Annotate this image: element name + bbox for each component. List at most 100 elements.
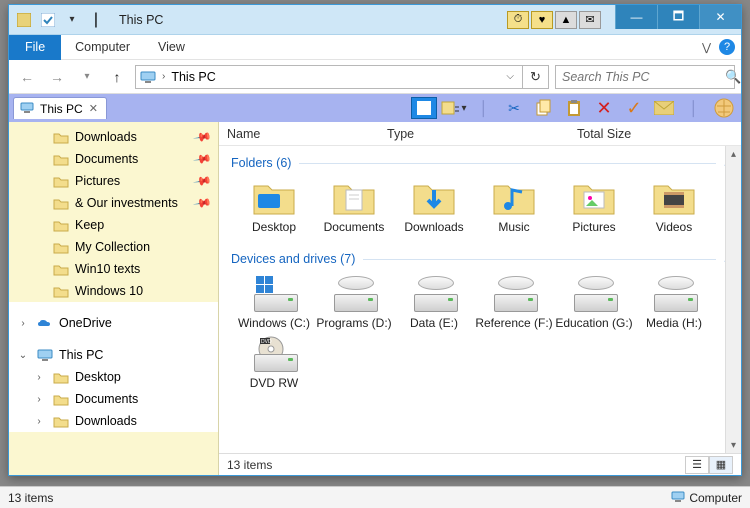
scroll-up-icon[interactable]: ▴ [726, 146, 741, 162]
cut-button[interactable]: ✂ [501, 97, 527, 119]
navigation-pane[interactable]: Downloads📌Documents📌Pictures📌& Our inves… [9, 122, 219, 475]
breadcrumb-chevron-icon[interactable]: › [162, 71, 165, 82]
qat-separator: | [85, 9, 107, 31]
item-label: Education (G:) [555, 316, 632, 330]
address-text: This PC [171, 70, 215, 84]
ribbon-tab-view[interactable]: View [144, 36, 199, 58]
titlebar-icon-2[interactable]: ♥ [531, 11, 553, 29]
folder-item[interactable]: Desktop [235, 178, 313, 234]
search-input[interactable] [562, 70, 725, 84]
drive-item[interactable]: Reference (F:) [475, 274, 553, 330]
drive-item[interactable]: Education (G:) [555, 274, 633, 330]
column-type[interactable]: Type [379, 127, 569, 141]
status-bar: 13 items ☰ ▦ [219, 453, 741, 475]
items-view[interactable]: Folders (6) ˄ DesktopDocumentsDownloadsM… [219, 146, 741, 453]
mail-button[interactable] [651, 97, 677, 119]
sidebar-this-pc[interactable]: ⌄ This PC [9, 344, 218, 366]
folder-icon [53, 240, 69, 254]
view-large-icons-button[interactable] [411, 97, 437, 119]
address-dropdown-icon[interactable]: ⌵ [502, 71, 518, 82]
folder-item[interactable]: Videos [635, 178, 713, 234]
drive-item[interactable]: Data (E:) [395, 274, 473, 330]
minimize-button[interactable]: — [615, 5, 657, 29]
ribbon-tab-computer[interactable]: Computer [61, 36, 144, 58]
folder-icon [53, 370, 69, 384]
copy-button[interactable] [531, 97, 557, 119]
qat-customize-dropdown[interactable]: ▾ [61, 9, 83, 31]
column-totalsize[interactable]: Total Size [569, 127, 741, 141]
drive-icon [650, 274, 698, 314]
sidebar-item[interactable]: Downloads📌 [9, 126, 218, 148]
tab-close-icon[interactable]: ✕ [89, 102, 98, 115]
folder-item[interactable]: Pictures [555, 178, 633, 234]
chevron-right-icon[interactable]: › [33, 416, 45, 427]
chevron-down-icon[interactable]: ⌄ [17, 350, 29, 361]
chevron-right-icon[interactable]: › [33, 372, 45, 383]
sidebar-item[interactable]: ›Downloads [9, 410, 218, 432]
recent-dropdown[interactable]: ▾ [75, 65, 99, 89]
up-button[interactable]: ↑ [105, 65, 129, 89]
drive-item[interactable]: Media (H:) [635, 274, 713, 330]
titlebar-icon-4[interactable]: ✉ [579, 11, 601, 29]
drive-item[interactable]: DVDDVD RW [235, 334, 313, 390]
sidebar-item[interactable]: Documents📌 [9, 148, 218, 170]
sidebar-item-label: Desktop [75, 370, 121, 384]
sidebar-onedrive[interactable]: › OneDrive [9, 312, 218, 334]
ribbon-expand-icon[interactable]: ⋁ [702, 41, 711, 54]
explorer-window: ▾ | This PC ⏱ ♥ ▲ ✉ — 🗖 ✕ File Computer … [8, 4, 742, 476]
sidebar-item-label: OneDrive [59, 316, 112, 330]
app-icon[interactable] [13, 9, 35, 31]
group-drives-header[interactable]: Devices and drives (7) ˄ [227, 246, 741, 270]
drive-item[interactable]: Programs (D:) [315, 274, 393, 330]
qat-checkbox-icon[interactable] [37, 9, 59, 31]
search-box[interactable]: 🔍 [555, 65, 735, 89]
group-folders-header[interactable]: Folders (6) ˄ [227, 150, 741, 174]
sidebar-item[interactable]: › Desktop [9, 366, 218, 388]
drive-icon [570, 274, 618, 314]
view-details-button[interactable]: ☰ [685, 456, 709, 474]
sidebar-item[interactable]: Win10 texts [9, 258, 218, 280]
tab-this-pc[interactable]: This PC ✕ [13, 97, 107, 119]
confirm-button[interactable]: ✓ [621, 97, 647, 119]
address-bar[interactable]: › This PC ⌵ [135, 65, 523, 89]
folder-item[interactable]: Documents [315, 178, 393, 234]
back-button[interactable]: ← [15, 65, 39, 89]
folder-icon [53, 392, 69, 406]
shell-icon[interactable] [711, 97, 737, 119]
title-bar[interactable]: ▾ | This PC ⏱ ♥ ▲ ✉ — 🗖 ✕ [9, 5, 741, 35]
sidebar-item[interactable]: & Our investments📌 [9, 192, 218, 214]
titlebar-icon-3[interactable]: ▲ [555, 11, 577, 29]
view-options-button[interactable]: ▾ [441, 97, 467, 119]
this-pc-icon [20, 102, 34, 116]
vertical-scrollbar[interactable]: ▴ ▾ [725, 146, 741, 453]
sidebar-item-label: Windows 10 [75, 284, 143, 298]
sidebar-item[interactable]: Pictures📌 [9, 170, 218, 192]
chevron-right-icon[interactable]: › [17, 318, 29, 329]
titlebar-extra-icons: ⏱ ♥ ▲ ✉ [507, 11, 601, 29]
sidebar-item[interactable]: ›Documents [9, 388, 218, 410]
search-icon[interactable]: 🔍 [725, 69, 741, 85]
group-label: Folders (6) [231, 156, 291, 170]
sidebar-item[interactable]: Keep [9, 214, 218, 236]
chevron-right-icon[interactable]: › [33, 394, 45, 405]
item-label: Pictures [572, 220, 615, 234]
scroll-down-icon[interactable]: ▾ [726, 437, 741, 453]
column-headers[interactable]: Name Type Total Size [219, 122, 741, 146]
view-icons-button[interactable]: ▦ [709, 456, 733, 474]
delete-button[interactable]: ✕ [591, 97, 617, 119]
titlebar-icon-1[interactable]: ⏱ [507, 11, 529, 29]
sidebar-item[interactable]: Windows 10 [9, 280, 218, 302]
forward-button[interactable]: → [45, 65, 69, 89]
folder-item[interactable]: Downloads [395, 178, 473, 234]
sidebar-item-label: Pictures [75, 174, 120, 188]
folder-item[interactable]: Music [475, 178, 553, 234]
help-button[interactable]: ? [719, 39, 735, 55]
sidebar-item[interactable]: My Collection [9, 236, 218, 258]
file-tab[interactable]: File [9, 35, 61, 60]
paste-button[interactable] [561, 97, 587, 119]
close-button[interactable]: ✕ [699, 5, 741, 29]
refresh-button[interactable]: ↻ [523, 65, 549, 89]
drive-item[interactable]: Windows (C:) [235, 274, 313, 330]
maximize-button[interactable]: 🗖 [657, 5, 699, 29]
column-name[interactable]: Name [219, 127, 379, 141]
